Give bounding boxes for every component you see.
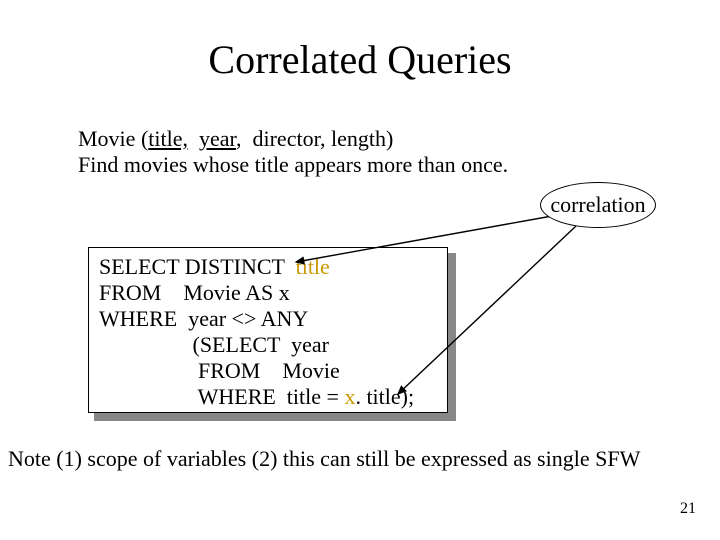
- slide-title: Correlated Queries: [0, 36, 720, 83]
- sql-correlation-var: x: [344, 384, 355, 409]
- sql-title-ref: title: [296, 254, 330, 279]
- sql-line-4: (SELECT year: [99, 332, 329, 357]
- correlation-callout: correlation: [540, 182, 656, 228]
- schema-line: Movie (title, year, director, length): [78, 126, 393, 152]
- sql-line-2: FROM Movie AS x: [99, 280, 290, 305]
- schema-attr-year: year: [199, 126, 236, 151]
- correlation-label: correlation: [550, 192, 645, 218]
- footnote: Note (1) scope of variables (2) this can…: [8, 446, 712, 472]
- schema-relation: Movie: [78, 126, 135, 151]
- schema-attr-rest: , director, length): [236, 126, 393, 151]
- sql-code-box: SELECT DISTINCT title FROM Movie AS x WH…: [88, 247, 448, 413]
- sql-line-3: WHERE year <> ANY: [99, 306, 308, 331]
- slide: Correlated Queries Movie (title, year, d…: [0, 0, 720, 540]
- task-line: Find movies whose title appears more tha…: [78, 152, 508, 178]
- sql-line-6c: . title);: [355, 384, 414, 409]
- sql-line-6a: WHERE title =: [99, 384, 344, 409]
- schema-attr-title: title,: [148, 126, 188, 151]
- sql-line-1a: SELECT DISTINCT: [99, 254, 296, 279]
- page-number: 21: [680, 500, 696, 518]
- sql-line-5: FROM Movie: [99, 358, 340, 383]
